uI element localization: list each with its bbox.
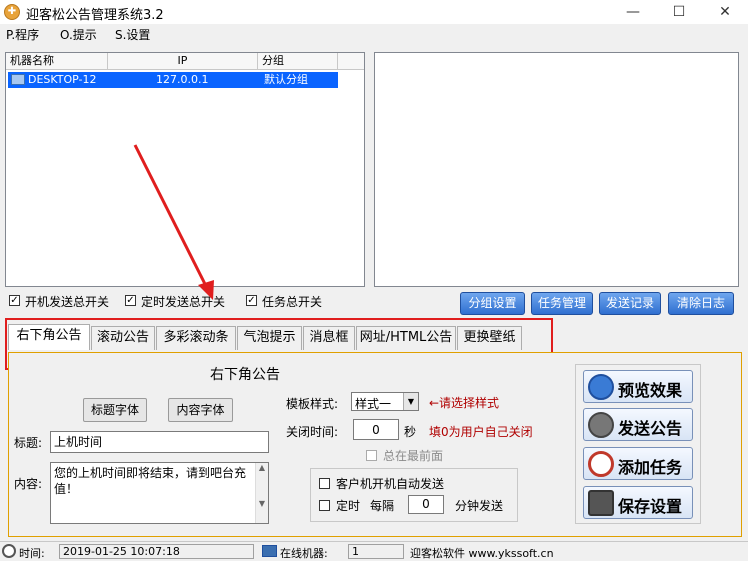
every-label: 每隔 xyxy=(370,499,395,513)
computer-icon xyxy=(262,545,277,557)
close-time-label: 关闭时间: xyxy=(286,425,339,439)
status-time-label: 时间: xyxy=(19,547,45,560)
always-top-label: 总在最前面 xyxy=(383,449,444,463)
panel-heading: 右下角公告 xyxy=(210,367,280,383)
status-online-label: 在线机器: xyxy=(280,547,328,560)
close-time-hint: 填0为用户自己关闭 xyxy=(429,425,533,439)
add-task-button[interactable]: 添加任务 xyxy=(583,447,693,480)
content-textarea[interactable]: 您的上机时间即将结束，请到吧台充值！ xyxy=(50,462,269,524)
title-input[interactable]: 上机时间 xyxy=(50,431,269,453)
timed-checkbox[interactable] xyxy=(319,500,330,511)
close-time-unit: 秒 xyxy=(404,425,417,439)
template-select-value: 样式一 xyxy=(355,397,392,411)
clock-icon xyxy=(588,451,614,477)
title-label: 标题: xyxy=(14,436,43,450)
send-notice-button[interactable]: 发送公告 xyxy=(583,408,693,441)
speaker-icon xyxy=(588,412,614,438)
preview-button-label: 预览效果 xyxy=(618,381,683,400)
auto-send-label: 客户机开机自动发送 xyxy=(336,477,445,491)
send-notice-button-label: 发送公告 xyxy=(618,419,683,438)
magnifier-icon xyxy=(588,374,614,400)
clock-icon xyxy=(2,544,16,558)
auto-send-checkbox[interactable] xyxy=(319,478,330,489)
timed-label: 定时 xyxy=(336,499,361,513)
save-settings-button[interactable]: 保存设置 xyxy=(583,486,693,519)
status-online-value: 1 xyxy=(348,544,404,559)
template-label: 模板样式: xyxy=(286,397,339,411)
template-hint: ←请选择样式 xyxy=(429,396,500,410)
title-font-button[interactable]: 标题字体 xyxy=(83,398,147,422)
close-time-input[interactable]: 0 xyxy=(353,419,399,440)
template-select[interactable]: 样式一 ▼ xyxy=(351,392,419,411)
add-task-button-label: 添加任务 xyxy=(618,458,683,477)
floppy-icon xyxy=(588,490,614,516)
status-time-value: 2019-01-25 10:07:18 xyxy=(59,544,254,559)
content-label: 内容: xyxy=(14,477,43,491)
always-top-checkbox[interactable] xyxy=(366,450,377,461)
content-scrollbar[interactable]: ▲ ▼ xyxy=(255,463,268,523)
chevron-down-icon[interactable]: ▼ xyxy=(403,393,418,410)
content-font-button[interactable]: 内容字体 xyxy=(168,398,233,422)
every-unit: 分钟发送 xyxy=(455,499,504,513)
save-settings-button-label: 保存设置 xyxy=(618,497,683,516)
status-brand: 迎客松软件 www.ykssoft.cn xyxy=(410,547,554,560)
preview-button[interactable]: 预览效果 xyxy=(583,370,693,403)
every-minutes-input[interactable]: 0 xyxy=(408,495,444,514)
